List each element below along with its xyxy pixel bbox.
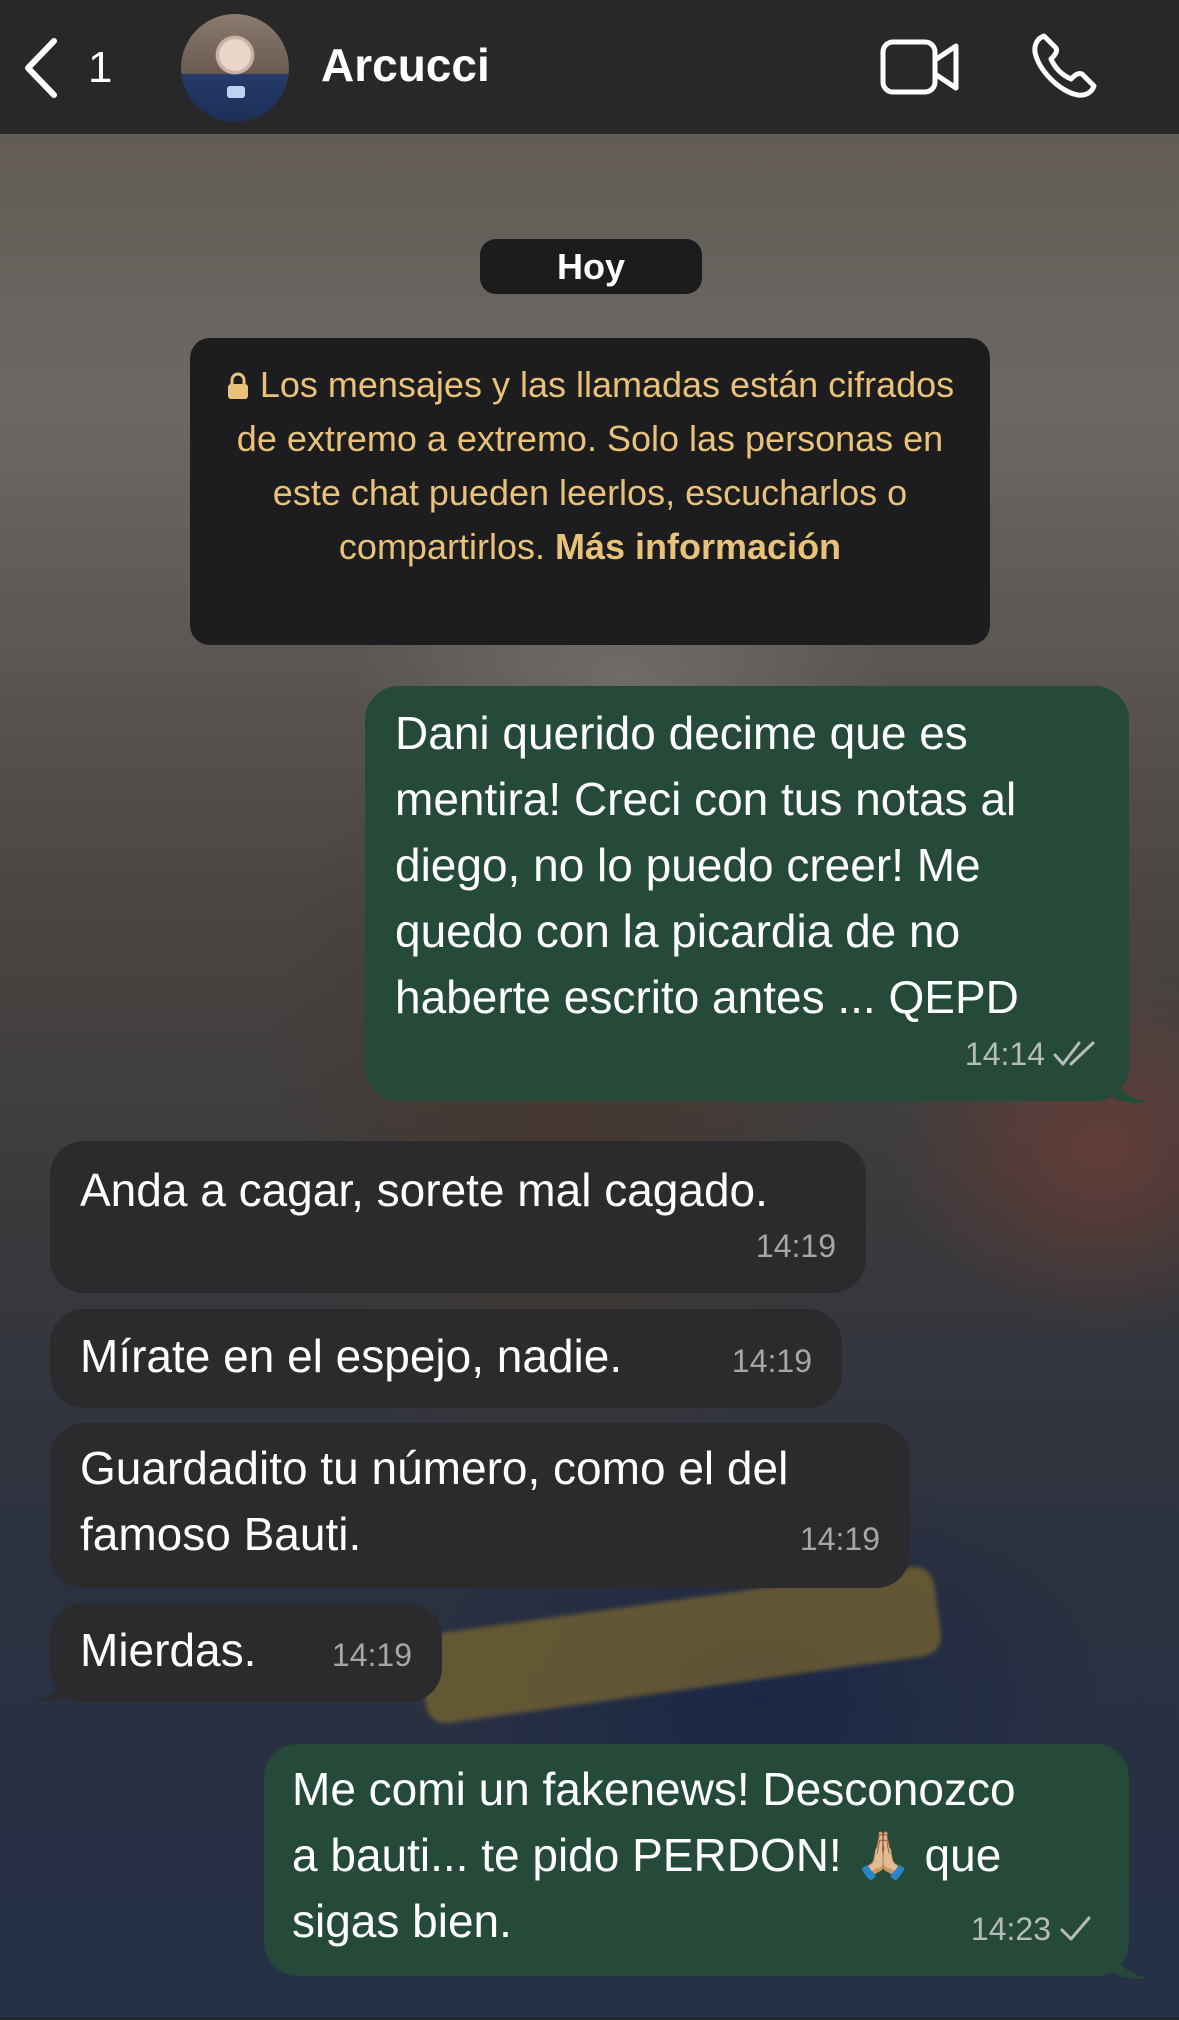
single-check-icon — [1060, 1916, 1091, 1941]
message-bubble-incoming[interactable]: Mierdas. 14:19 — [50, 1603, 442, 1702]
message-bubble-outgoing[interactable]: Dani querido decime que es mentira! Crec… — [365, 686, 1129, 1101]
message-bubble-incoming[interactable]: Anda a cagar, sorete mal cagado. 14:19 — [50, 1141, 866, 1293]
message-text: Mírate en el espejo, nadie. — [80, 1330, 623, 1382]
video-call-icon[interactable] — [880, 36, 960, 98]
message-bubble-incoming[interactable]: Guardadito tu número, como el del famoso… — [50, 1423, 910, 1588]
message-text: Me comi un fakenews! Desconozco a bauti.… — [292, 1763, 1016, 1947]
message-time: 14:14 — [964, 1036, 1045, 1072]
message-time: 14:19 — [799, 1521, 880, 1557]
date-separator: Hoy — [480, 239, 702, 294]
double-check-icon — [1053, 1041, 1095, 1066]
avatar-shirt-detail — [227, 86, 245, 98]
message-text: Mierdas. — [80, 1624, 257, 1676]
message-text: Anda a cagar, sorete mal cagado. — [80, 1164, 768, 1216]
message-time: 14:19 — [755, 1228, 836, 1264]
chevron-left-icon — [25, 38, 57, 98]
avatar[interactable] — [181, 14, 289, 122]
lock-icon — [227, 372, 248, 399]
unread-count: 1 — [88, 43, 113, 92]
more-info-link[interactable]: Más información — [555, 526, 841, 567]
message-bubble-incoming[interactable]: Mírate en el espejo, nadie. 14:19 — [50, 1309, 842, 1408]
message-meta: 14:23 — [971, 1896, 1093, 1962]
back-button[interactable]: 1 — [20, 36, 112, 100]
bubble-tail — [1112, 1950, 1148, 1979]
message-time: 14:23 — [970, 1911, 1051, 1947]
message-time: 14:19 — [331, 1637, 412, 1673]
message-text: Guardadito tu número, como el del famoso… — [80, 1442, 789, 1560]
bubble-tail — [1112, 1074, 1148, 1103]
message-bubble-outgoing[interactable]: Me comi un fakenews! Desconozco a bauti.… — [264, 1744, 1129, 1976]
phone-call-icon[interactable] — [1030, 32, 1098, 100]
bubble-tail — [34, 1672, 70, 1701]
contact-name[interactable]: Arcucci — [321, 38, 490, 92]
encryption-notice[interactable]: Los mensajes y las llamadas están cifrad… — [190, 338, 990, 645]
message-meta: 14:14 — [965, 1021, 1101, 1087]
message-text: Dani querido decime que es mentira! Crec… — [395, 707, 1019, 1023]
chat-header: 1 Arcucci — [0, 0, 1179, 134]
message-time: 14:19 — [731, 1343, 812, 1379]
